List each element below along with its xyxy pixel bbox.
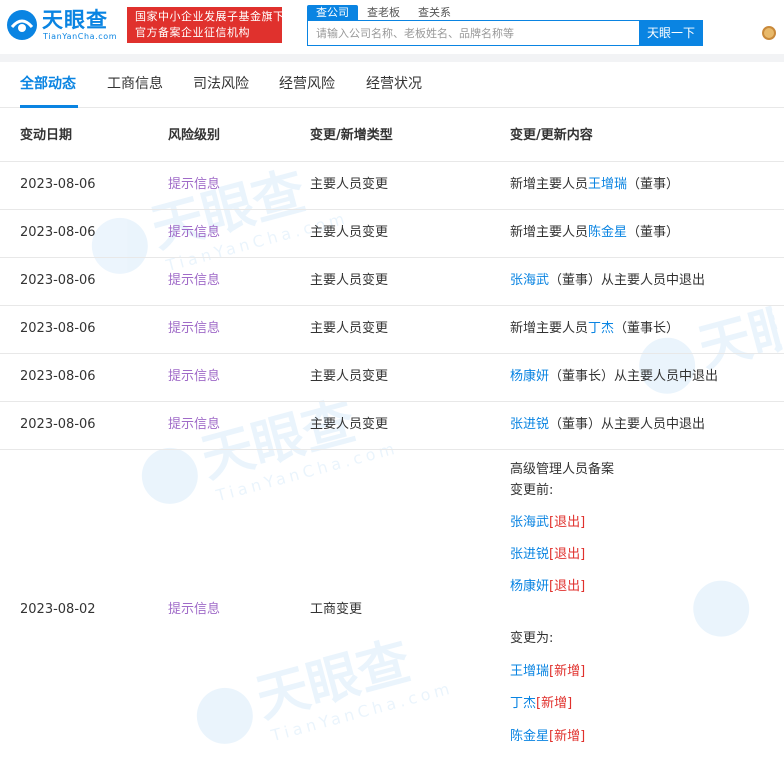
person-link[interactable]: 陈金星 — [510, 729, 549, 744]
banner-line2: 官方备案企业征信机构 — [135, 26, 250, 39]
row-level[interactable]: 提示信息 — [168, 368, 220, 386]
row-type: 主要人员变更 — [310, 321, 389, 336]
person-link[interactable]: 陈金星 — [588, 225, 627, 240]
record-title: 高级管理人员备案 — [510, 462, 615, 477]
search-box — [307, 20, 639, 46]
content-prefix: 新增主要人员 — [510, 321, 589, 336]
new-tag: [新增] — [549, 729, 586, 744]
after-item: 丁杰[新增] — [510, 695, 572, 713]
person-link[interactable]: 王增瑞 — [588, 177, 627, 192]
content-suffix: （董事） — [627, 225, 680, 240]
logo-sub: TianYanCha.com — [43, 32, 118, 41]
row-date: 2023-08-06 — [20, 177, 96, 192]
row-type: 主要人员变更 — [310, 417, 389, 432]
row-content: 新增主要人员王增瑞（董事） — [510, 176, 679, 194]
table-row: 2023-08-06 提示信息 主要人员变更 张海武（董事）从主要人员中退出 — [0, 258, 784, 306]
before-item: 张海武[退出] — [510, 514, 585, 532]
search-button[interactable]: 天眼一下 — [639, 20, 703, 46]
row-date: 2023-08-02 — [20, 602, 96, 617]
row-level[interactable]: 提示信息 — [168, 176, 220, 194]
search-tab-company[interactable]: 查公司 — [307, 5, 358, 20]
search-input[interactable] — [308, 21, 639, 45]
search-tab-boss[interactable]: 查老板 — [358, 5, 409, 20]
person-link[interactable]: 张海武 — [510, 273, 549, 288]
content-suffix: （董事） — [627, 177, 680, 192]
logo-eye-icon — [7, 10, 37, 40]
row-date: 2023-08-06 — [20, 369, 96, 384]
logo-text: 天眼查 — [42, 8, 108, 32]
row-level[interactable]: 提示信息 — [168, 601, 220, 619]
tab-legal-risk[interactable]: 司法风险 — [193, 75, 249, 93]
table-row: 2023-08-06 提示信息 主要人员变更 张进锐（董事）从主要人员中退出 — [0, 402, 784, 450]
row-level[interactable]: 提示信息 — [168, 224, 220, 242]
header-type: 变更/新增类型 — [310, 128, 393, 143]
table-row: 2023-08-02 提示信息 工商变更 高级管理人员备案 变更前: 张海武[退… — [0, 450, 784, 759]
search-tabs: 查公司 查老板 查关系 — [307, 5, 460, 20]
header-date: 变动日期 — [20, 128, 73, 143]
row-date: 2023-08-06 — [20, 321, 96, 336]
banner: 国家中小企业发展子基金旗下 官方备案企业征信机构 — [127, 7, 285, 43]
row-level[interactable]: 提示信息 — [168, 272, 220, 290]
table-row: 2023-08-06 提示信息 主要人员变更 杨康妍（董事长）从主要人员中退出 — [0, 354, 784, 402]
tab-all-updates[interactable]: 全部动态 — [20, 75, 76, 93]
table-row: 2023-08-06 提示信息 主要人员变更 新增主要人员丁杰（董事长） — [0, 306, 784, 354]
row-date: 2023-08-06 — [20, 225, 96, 240]
person-link[interactable]: 张进锐 — [510, 417, 549, 432]
user-avatar-icon[interactable] — [762, 26, 776, 40]
row-content: 杨康妍（董事长）从主要人员中退出 — [510, 368, 718, 386]
row-level[interactable]: 提示信息 — [168, 416, 220, 434]
after-label: 变更为: — [510, 631, 554, 646]
exit-tag: [退出] — [549, 579, 586, 594]
before-item: 张进锐[退出] — [510, 546, 585, 564]
person-link[interactable]: 丁杰 — [588, 321, 614, 336]
content-suffix: （董事长） — [614, 321, 680, 336]
person-link[interactable]: 丁杰 — [510, 696, 536, 711]
row-content: 张进锐（董事）从主要人员中退出 — [510, 416, 705, 434]
row-date: 2023-08-06 — [20, 273, 96, 288]
header-level: 风险级别 — [168, 128, 221, 143]
before-label: 变更前: — [510, 483, 554, 498]
person-link[interactable]: 王增瑞 — [510, 664, 549, 679]
row-type: 主要人员变更 — [310, 225, 389, 240]
tab-operating-status[interactable]: 经营状况 — [366, 75, 422, 93]
header-divider — [0, 54, 784, 62]
row-level[interactable]: 提示信息 — [168, 320, 220, 338]
header-content: 变更/更新内容 — [510, 128, 593, 143]
after-item: 王增瑞[新增] — [510, 663, 585, 681]
search-tab-relation[interactable]: 查关系 — [409, 5, 460, 20]
content-suffix: （董事）从主要人员中退出 — [549, 273, 706, 288]
row-content: 新增主要人员丁杰（董事长） — [510, 320, 679, 338]
row-content: 张海武（董事）从主要人员中退出 — [510, 272, 705, 290]
row-content: 新增主要人员陈金星（董事） — [510, 224, 679, 242]
nav-tabs: 全部动态 工商信息 司法风险 经营风险 经营状况 — [0, 62, 784, 108]
row-type: 主要人员变更 — [310, 273, 389, 288]
table-header: 变动日期 风险级别 变更/新增类型 变更/更新内容 — [0, 108, 784, 162]
table-row: 2023-08-06 提示信息 主要人员变更 新增主要人员王增瑞（董事） — [0, 162, 784, 210]
row-type: 主要人员变更 — [310, 369, 389, 384]
row-type: 工商变更 — [310, 602, 363, 617]
tab-operating-risk[interactable]: 经营风险 — [279, 75, 335, 93]
banner-line1: 国家中小企业发展子基金旗下 — [135, 10, 285, 23]
header: 天眼查 TianYanCha.com 国家中小企业发展子基金旗下 官方备案企业征… — [0, 0, 784, 54]
content-suffix: （董事）从主要人员中退出 — [549, 417, 706, 432]
after-item: 陈金星[新增] — [510, 728, 585, 746]
person-link[interactable]: 张进锐 — [510, 547, 549, 562]
row-date: 2023-08-06 — [20, 417, 96, 432]
before-item: 杨康妍[退出] — [510, 578, 585, 596]
row-type: 主要人员变更 — [310, 177, 389, 192]
content-suffix: （董事长）从主要人员中退出 — [549, 369, 719, 384]
logo[interactable]: 天眼查 TianYanCha.com — [6, 7, 124, 43]
person-link[interactable]: 张海武 — [510, 515, 549, 530]
content-prefix: 新增主要人员 — [510, 225, 589, 240]
table-row: 2023-08-06 提示信息 主要人员变更 新增主要人员陈金星（董事） — [0, 210, 784, 258]
tab-business-info[interactable]: 工商信息 — [107, 75, 163, 93]
person-link[interactable]: 杨康妍 — [510, 369, 549, 384]
content-prefix: 新增主要人员 — [510, 177, 589, 192]
person-link[interactable]: 杨康妍 — [510, 579, 549, 594]
new-tag: [新增] — [536, 696, 573, 711]
new-tag: [新增] — [549, 664, 586, 679]
exit-tag: [退出] — [549, 515, 586, 530]
exit-tag: [退出] — [549, 547, 586, 562]
